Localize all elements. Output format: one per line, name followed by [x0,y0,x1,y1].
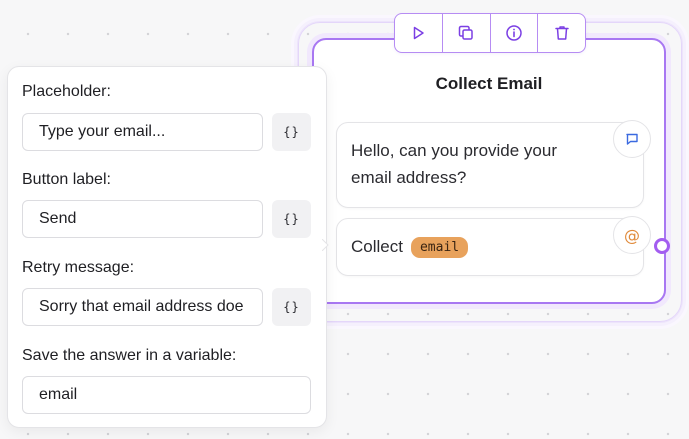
group-title[interactable]: Collect Email [314,74,664,94]
text-bubble-message: Hello, can you provide your email addres… [351,141,558,187]
chat-bubble-icon [613,120,651,158]
info-icon [506,25,522,41]
play-button[interactable] [395,14,442,52]
placeholder-label: Placeholder: [22,83,111,100]
button-label-label: Button label: [22,171,111,188]
email-input-block[interactable]: Collect email @ [336,216,651,276]
duplicate-button[interactable] [441,14,490,52]
save-variable-select[interactable]: email [22,376,311,414]
group-card[interactable]: Collect Email Hello, can you provide you… [312,38,666,304]
retry-message-variable-button[interactable]: {} [272,288,311,326]
at-sign-icon: @ [613,216,651,254]
info-button[interactable] [489,14,538,52]
duplicate-icon [458,25,473,40]
collect-label: Collect [351,237,403,256]
delete-button[interactable] [537,14,585,52]
play-icon [414,26,425,40]
save-variable-label: Save the answer in a variable: [22,347,237,364]
output-connector-handle[interactable] [654,238,670,254]
text-bubble-block[interactable]: Hello, can you provide your email addres… [336,120,651,208]
placeholder-variable-button[interactable]: {} [272,113,311,151]
trash-icon [554,26,569,40]
button-label-variable-button[interactable]: {} [272,200,311,238]
group-toolbar [394,13,586,53]
popover-arrow [322,239,329,251]
variable-chip: email [410,236,469,258]
button-label-input[interactable]: Send [22,200,263,238]
retry-message-input[interactable]: Sorry that email address doe [22,288,263,326]
retry-message-label: Retry message: [22,259,135,276]
placeholder-input[interactable]: Type your email... [22,113,263,151]
input-settings-popover: Placeholder: Type your email... {} Butto… [7,66,327,428]
